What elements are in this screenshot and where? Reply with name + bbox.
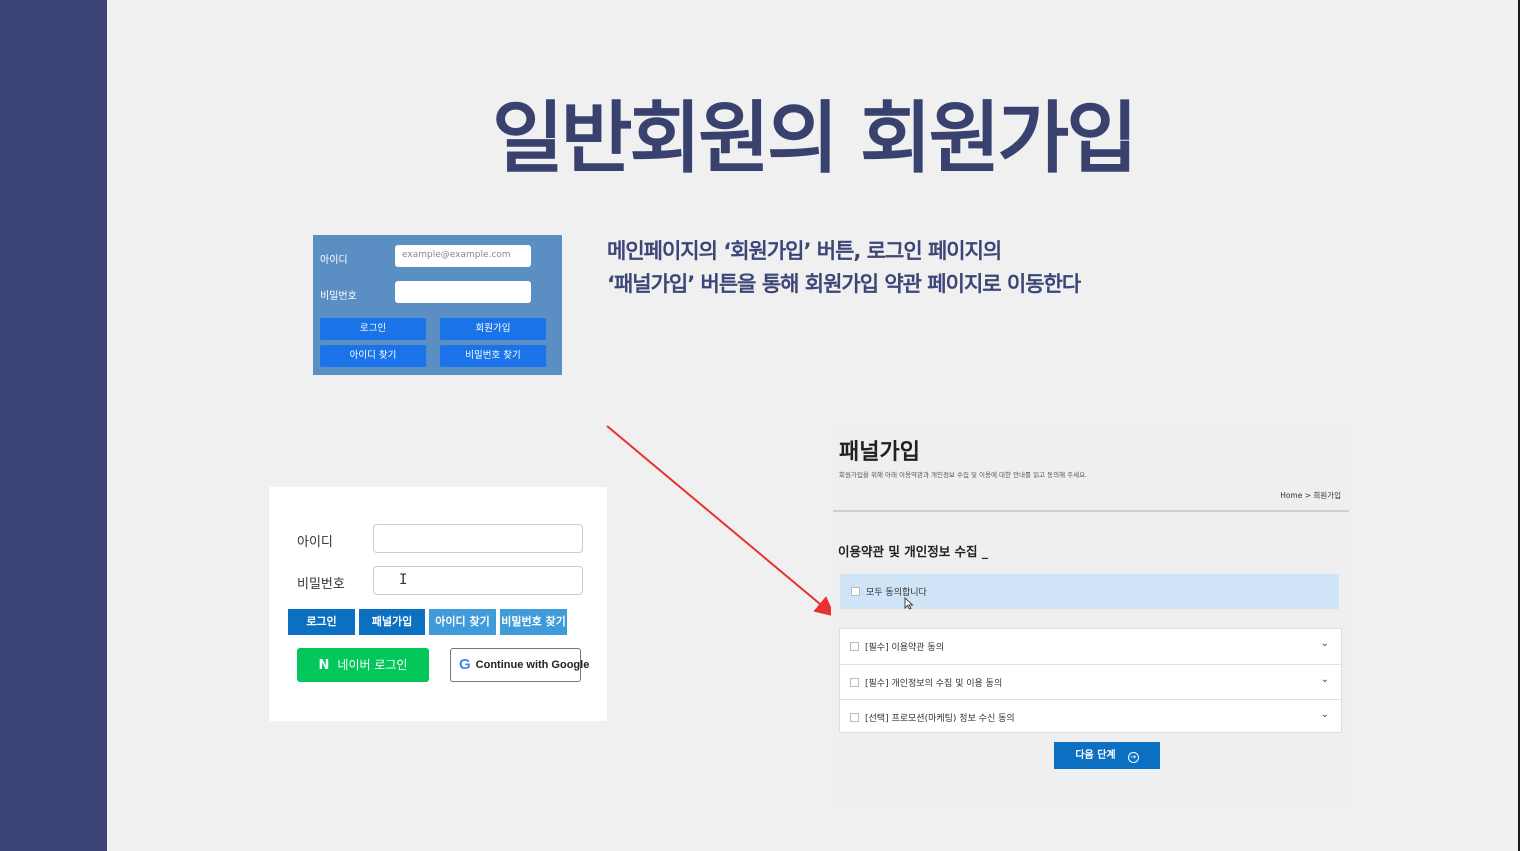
page-subtitle: 회원가입을 위해 아래 이용약관과 개인정보 수집 및 이용에 대한 안내를 읽… [839,471,1088,479]
page-title: 패널가입 [839,440,920,465]
agree-all-label: 모두 동의합니다 [866,588,927,598]
section-title: 이용약관 및 개인정보 수집 _ [838,544,989,559]
term-label: [필수] 개인정보의 수집 및 이용 동의 [865,679,1003,689]
term-checkbox[interactable] [850,713,859,722]
terms-list: [필수] 이용약관 동의 ⌄ [필수] 개인정보의 수집 및 이용 동의 ⌄ [… [839,628,1342,733]
term-checkbox[interactable] [850,678,859,687]
next-step-label: 다음 단계 [1075,750,1116,761]
term-label: [필수] 이용약관 동의 [865,643,944,653]
term-label: [선택] 프로모션(마케팅) 정보 수신 동의 [865,714,1015,724]
panel-signup-screenshot: 패널가입 회원가입을 위해 아래 이용약관과 개인정보 수집 및 이용에 대한 … [831,422,1350,807]
term-checkbox[interactable] [850,642,859,651]
breadcrumb: Home > 회원가입 [1280,491,1341,500]
term-row-required-terms[interactable]: [필수] 이용약관 동의 ⌄ [840,629,1341,664]
mouse-pointer-icon [904,597,914,610]
chevron-down-icon[interactable]: ⌄ [1321,638,1329,649]
term-row-required-privacy[interactable]: [필수] 개인정보의 수집 및 이용 동의 ⌄ [840,664,1341,699]
agree-all-row[interactable]: 모두 동의합니다 [840,574,1339,609]
agree-all-checkbox[interactable] [851,587,860,596]
chevron-down-icon[interactable]: ⌄ [1321,674,1329,685]
divider [833,510,1349,512]
arrow-right-circle-icon: → [1127,752,1139,763]
next-step-button[interactable]: 다음 단계 → [1054,742,1160,769]
chevron-down-icon[interactable]: ⌄ [1321,709,1329,720]
term-row-optional-marketing[interactable]: [선택] 프로모션(마케팅) 정보 수신 동의 ⌄ [840,699,1341,734]
